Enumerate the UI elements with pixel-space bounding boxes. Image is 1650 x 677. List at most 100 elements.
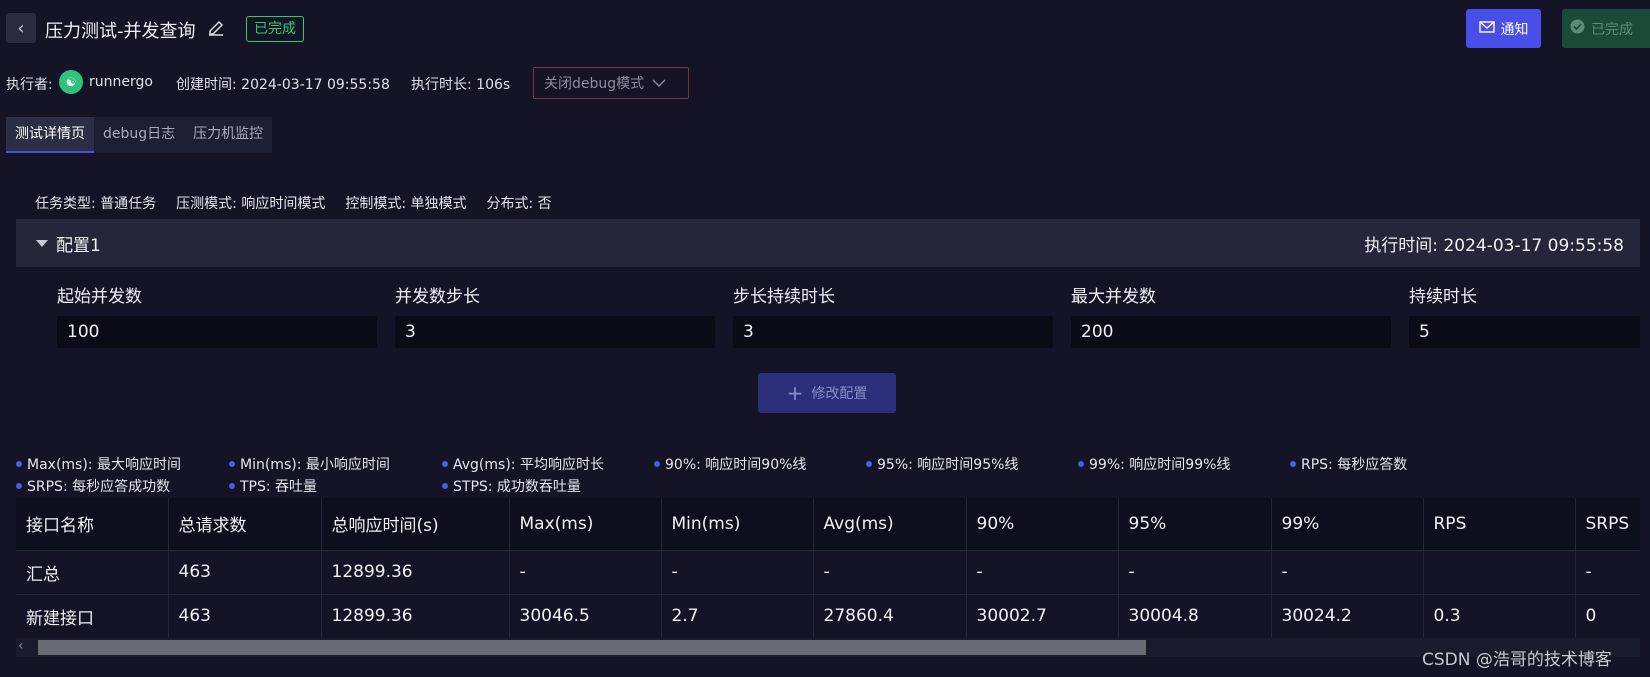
legend-item: 99%: 响应时间99%线 <box>1078 454 1230 474</box>
bullet-dot-icon <box>866 461 872 467</box>
table-cell: 0.3 <box>1423 594 1576 638</box>
table-cell: - <box>1118 550 1272 595</box>
config-exec-time: 执行时间: 2024-03-17 09:55:58 <box>1364 235 1624 256</box>
watermark: CSDN @浩哥的技术博客 <box>1422 650 1612 670</box>
field-step-duration[interactable]: 3 <box>733 316 1053 348</box>
task-type: 任务类型: 普通任务 <box>35 196 157 212</box>
legend-text: Max(ms): 最大响应时间 <box>27 457 181 473</box>
legend-text: 99%: 响应时间99%线 <box>1089 457 1231 473</box>
avatar: ☯ <box>59 70 83 94</box>
tab-debug-log[interactable]: debug日志 <box>94 117 184 153</box>
field-start-concurrency[interactable]: 100 <box>57 316 377 348</box>
debug-mode-select[interactable]: 关闭debug模式 <box>533 67 689 99</box>
table-cell: 463 <box>168 550 322 595</box>
field-label-step-duration: 步长持续时长 <box>733 287 835 307</box>
notify-button[interactable]: 通知 <box>1466 9 1541 48</box>
modify-config-button[interactable]: + 修改配置 <box>758 373 896 413</box>
distributed: 分布式: 否 <box>486 196 552 212</box>
mail-icon <box>1478 20 1495 37</box>
table-cell: - <box>966 550 1119 595</box>
table-cell: 12899.36 <box>321 550 510 595</box>
tab-test-details[interactable]: 测试详情页 <box>6 117 94 153</box>
column-header: 总响应时间(s) <box>321 498 510 551</box>
config-panel-header[interactable]: 配置1 执行时间: 2024-03-17 09:55:58 <box>16 219 1640 267</box>
legend-item: SRPS: 每秒应答成功数 <box>16 476 170 496</box>
bullet-dot-icon <box>16 461 22 467</box>
legend-item: 90%: 响应时间90%线 <box>654 454 806 474</box>
field-label-start-concurrency: 起始并发数 <box>57 287 142 307</box>
column-header: Max(ms) <box>509 498 662 551</box>
legend-text: STPS: 成功数吞吐量 <box>453 479 581 495</box>
field-step[interactable]: 3 <box>395 316 715 348</box>
column-header: Avg(ms) <box>813 498 967 551</box>
results-table: 接口名称 总请求数 总响应时间(s) Max(ms) Min(ms) Avg(m… <box>16 498 1640 638</box>
column-header: 90% <box>966 498 1119 551</box>
bullet-dot-icon <box>1078 461 1084 467</box>
created-time: 创建时间: 2024-03-17 09:55:58 <box>176 77 390 93</box>
done-label: 已完成 <box>1591 21 1633 38</box>
plus-icon: + <box>786 381 804 405</box>
back-button[interactable]: ‹ <box>6 13 36 43</box>
table-cell: 30046.5 <box>509 594 662 638</box>
edit-icon[interactable] <box>207 18 227 38</box>
chevron-left-icon: ‹ <box>17 17 25 39</box>
table-cell: - <box>509 550 662 595</box>
field-duration[interactable]: 5 <box>1409 316 1640 348</box>
status-badge: 已完成 <box>246 16 304 42</box>
debug-select-value: 关闭debug模式 <box>544 76 645 92</box>
column-header: Min(ms) <box>661 498 814 551</box>
table-cell: - <box>661 550 814 595</box>
tab-bar: 测试详情页 debug日志 压力机监控 <box>6 117 273 153</box>
legend-item: RPS: 每秒应答数 <box>1290 454 1407 474</box>
legend-text: SRPS: 每秒应答成功数 <box>27 479 171 495</box>
test-mode: 压测模式: 响应时间模式 <box>176 196 326 212</box>
table-cell: 30004.8 <box>1118 594 1272 638</box>
legend-text: Avg(ms): 平均响应时长 <box>453 457 604 473</box>
table-cell: 463 <box>168 594 322 638</box>
legend-item: TPS: 吞吐量 <box>229 476 317 496</box>
table-cell: 30002.7 <box>966 594 1119 638</box>
table-cell: - <box>1575 550 1640 595</box>
bullet-dot-icon <box>654 461 660 467</box>
table-row: 汇总 463 12899.36 - - - - - - - <box>16 550 1640 595</box>
scrollbar-thumb[interactable] <box>38 640 1146 655</box>
legend-text: 90%: 响应时间90%线 <box>665 457 807 473</box>
column-header: RPS <box>1423 498 1576 551</box>
table-cell: 12899.36 <box>321 594 510 638</box>
legend-text: 95%: 响应时间95%线 <box>877 457 1019 473</box>
done-button[interactable]: 已完成 <box>1562 9 1650 48</box>
task-info: 任务类型: 普通任务 压测模式: 响应时间模式 控制模式: 单独模式 分布式: … <box>35 193 552 213</box>
column-header: 99% <box>1271 498 1424 551</box>
column-header: SRPS <box>1575 498 1640 551</box>
legend-item: Max(ms): 最大响应时间 <box>16 454 181 474</box>
bullet-dot-icon <box>442 461 448 467</box>
bullet-dot-icon <box>442 483 448 489</box>
config-title: 配置1 <box>56 235 101 256</box>
tab-machine-monitor[interactable]: 压力机监控 <box>184 117 272 153</box>
table-header-row: 接口名称 总请求数 总响应时间(s) Max(ms) Min(ms) Avg(m… <box>16 498 1640 551</box>
caret-down-icon <box>36 239 48 247</box>
bullet-dot-icon <box>229 461 235 467</box>
user-avatar-icon: ☯ <box>65 75 77 89</box>
field-label-duration: 持续时长 <box>1409 287 1477 307</box>
table-cell: 30024.2 <box>1271 594 1424 638</box>
legend-item: Avg(ms): 平均响应时长 <box>442 454 604 474</box>
executor-name: runnergo <box>89 74 153 90</box>
field-max-concurrency[interactable]: 200 <box>1071 316 1391 348</box>
scroll-left-icon[interactable]: ‹ <box>18 638 24 654</box>
table-cell: 汇总 <box>16 550 169 595</box>
legend-text: Min(ms): 最小响应时间 <box>240 457 390 473</box>
field-label-max-concurrency: 最大并发数 <box>1071 287 1156 307</box>
control-mode: 控制模式: 单独模式 <box>345 196 467 212</box>
legend-text: TPS: 吞吐量 <box>240 479 318 495</box>
table-cell: 2.7 <box>661 594 814 638</box>
bullet-dot-icon <box>1290 461 1296 467</box>
notify-label: 通知 <box>1500 21 1529 38</box>
table-cell <box>1423 550 1576 595</box>
chevron-down-icon <box>652 75 666 91</box>
executor-label: 执行者: <box>6 77 53 93</box>
bullet-dot-icon <box>229 483 235 489</box>
table-cell: 新建接口 <box>16 594 169 638</box>
table-cell: 27860.4 <box>813 594 967 638</box>
bullet-dot-icon <box>16 483 22 489</box>
